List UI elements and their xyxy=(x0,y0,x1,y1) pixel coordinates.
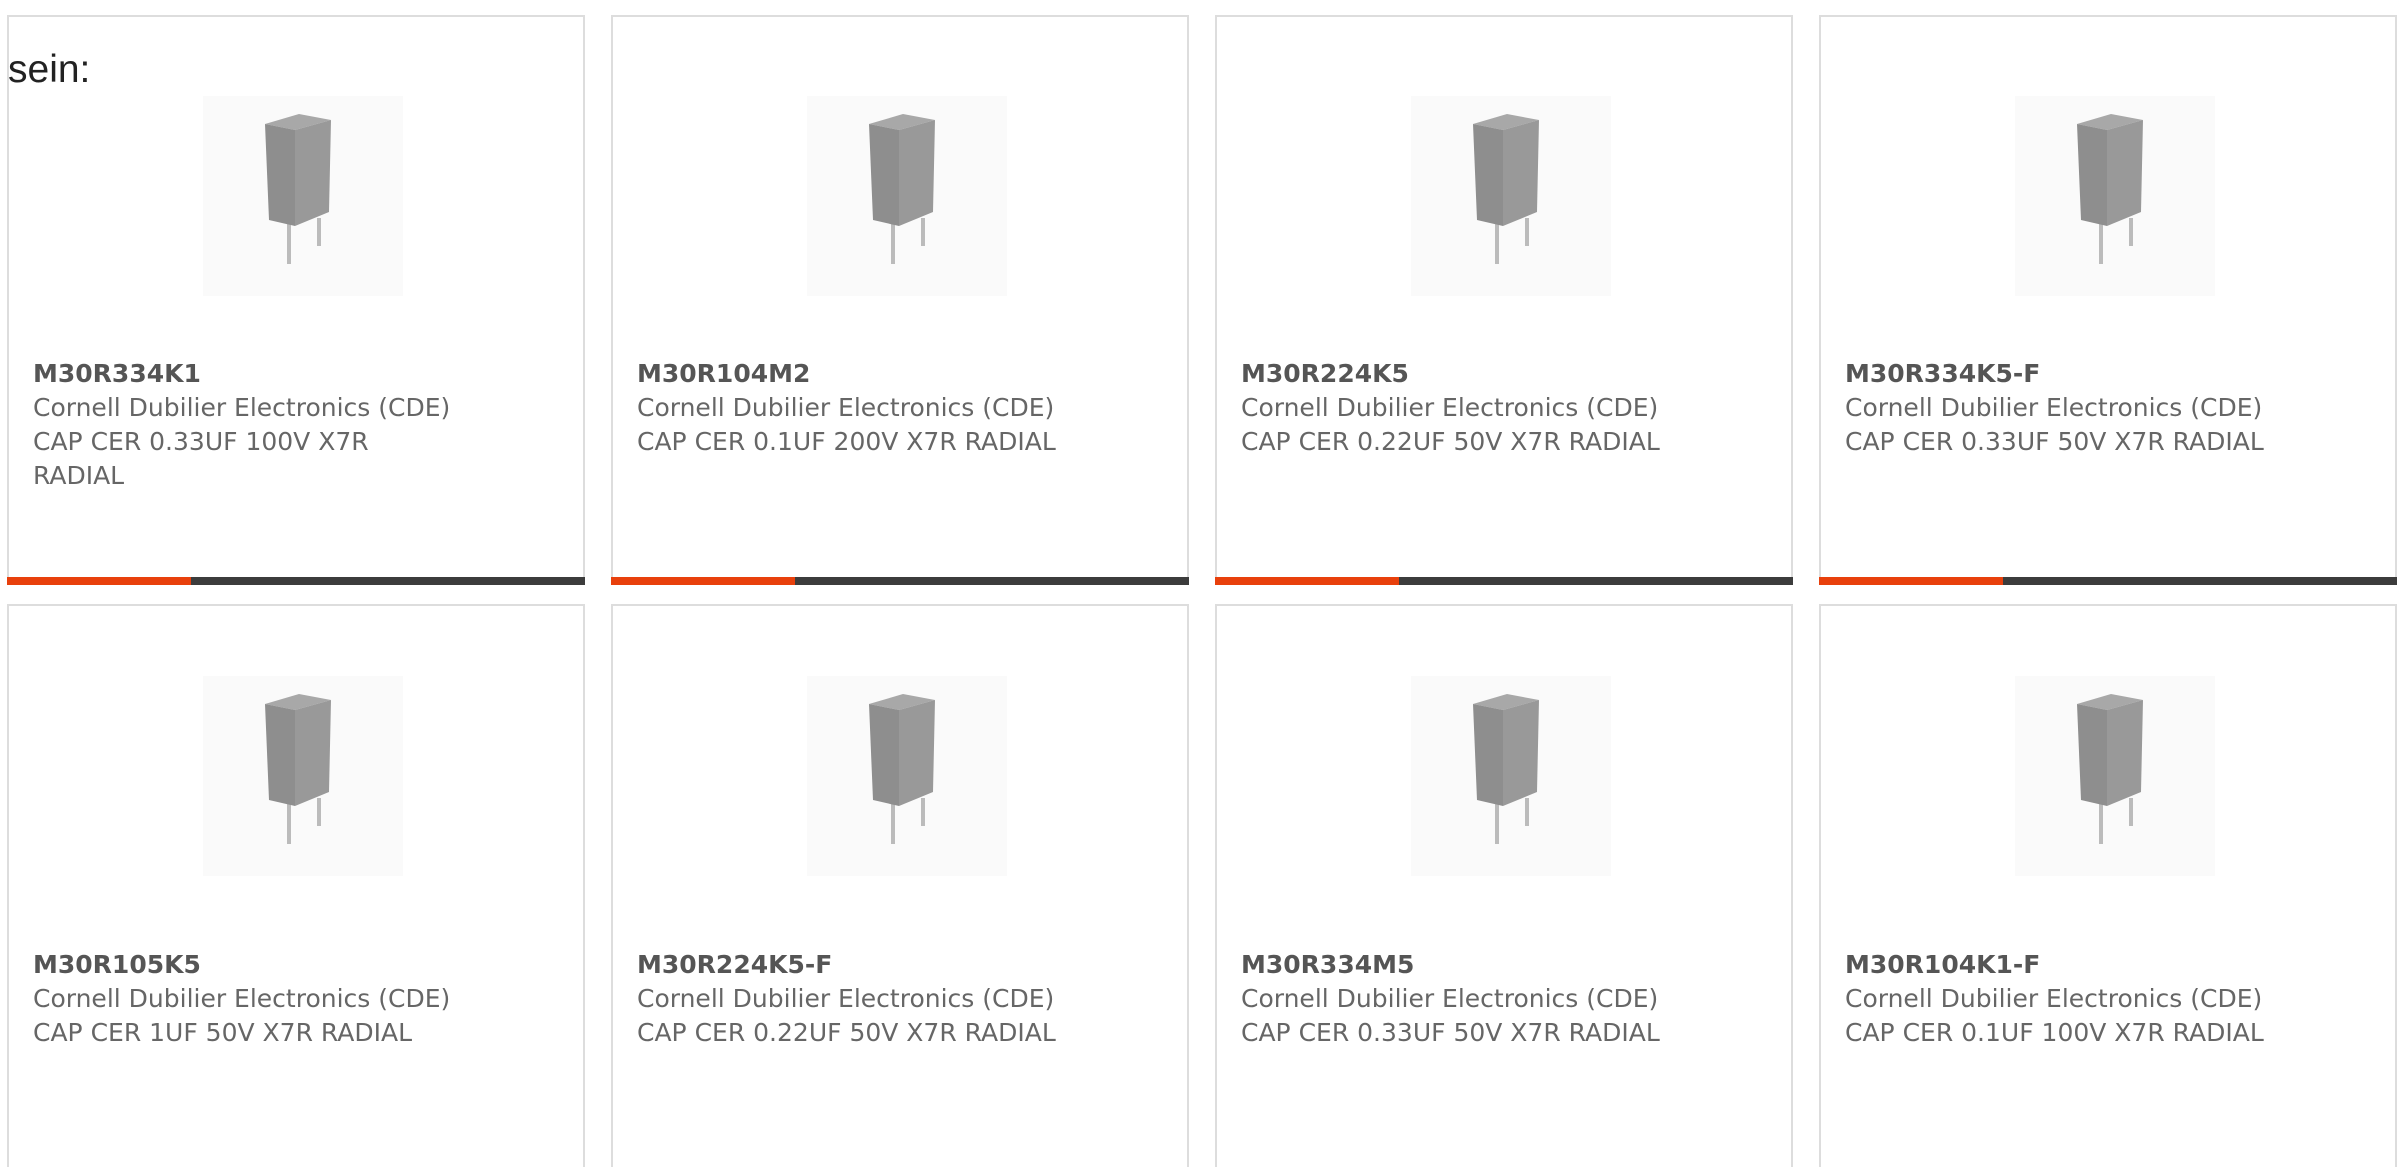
part-number[interactable]: M30R224K5 xyxy=(1241,357,1771,391)
description: CAP CER 0.1UF 200V X7R RADIAL xyxy=(637,427,1056,456)
card-accent-bar xyxy=(7,577,191,585)
manufacturer: Cornell Dubilier Electronics (CDE) xyxy=(1845,984,2263,1013)
capacitor-icon xyxy=(2077,114,2143,264)
product-card[interactable]: M30R224K5 Cornell Dubilier Electronics (… xyxy=(1215,15,1793,585)
capacitor-product-image[interactable] xyxy=(1411,96,1611,296)
capacitor-product-image[interactable] xyxy=(203,676,403,876)
description: CAP CER 0.1UF 100V X7R RADIAL xyxy=(1845,1018,2264,1047)
description: CAP CER 0.33UF 50V X7R RADIAL xyxy=(1241,1018,1660,1047)
part-number[interactable]: M30R334K1 xyxy=(33,357,563,391)
description: CAP CER 0.33UF 50V X7R RADIAL xyxy=(1845,427,2264,456)
description: CAP CER 1UF 50V X7R RADIAL xyxy=(33,1018,413,1047)
part-number[interactable]: M30R334M5 xyxy=(1241,948,1771,982)
capacitor-icon xyxy=(869,694,935,844)
card-bottom-bar xyxy=(1819,577,2397,585)
part-number[interactable]: M30R105K5 xyxy=(33,948,563,982)
capacitor-product-image[interactable] xyxy=(807,96,1007,296)
capacitor-icon xyxy=(1473,694,1539,844)
description: CAP CER 0.33UF 100V X7R RADIAL xyxy=(33,427,369,490)
description: CAP CER 0.22UF 50V X7R RADIAL xyxy=(1241,427,1660,456)
product-card[interactable]: M30R104K1-F Cornell Dubilier Electronics… xyxy=(1819,604,2397,1167)
capacitor-icon xyxy=(265,694,331,844)
capacitor-icon xyxy=(265,114,331,264)
capacitor-product-image[interactable] xyxy=(2015,676,2215,876)
description: CAP CER 0.22UF 50V X7R RADIAL xyxy=(637,1018,1056,1047)
product-card[interactable]: M30R334M5 Cornell Dubilier Electronics (… xyxy=(1215,604,1793,1167)
manufacturer: Cornell Dubilier Electronics (CDE) xyxy=(33,393,451,422)
product-card[interactable]: M30R334K1 Cornell Dubilier Electronics (… xyxy=(7,15,585,585)
capacitor-icon xyxy=(2077,694,2143,844)
product-card[interactable]: M30R105K5 Cornell Dubilier Electronics (… xyxy=(7,604,585,1167)
capacitor-product-image[interactable] xyxy=(2015,96,2215,296)
capacitor-product-image[interactable] xyxy=(1411,676,1611,876)
card-accent-bar xyxy=(611,577,795,585)
capacitor-icon xyxy=(1473,114,1539,264)
manufacturer: Cornell Dubilier Electronics (CDE) xyxy=(637,984,1055,1013)
manufacturer: Cornell Dubilier Electronics (CDE) xyxy=(1845,393,2263,422)
manufacturer: Cornell Dubilier Electronics (CDE) xyxy=(637,393,1055,422)
card-bottom-bar xyxy=(1215,577,1793,585)
capacitor-icon xyxy=(869,114,935,264)
card-bottom-bar xyxy=(611,577,1189,585)
part-number[interactable]: M30R224K5-F xyxy=(637,948,1167,982)
product-card[interactable]: M30R104M2 Cornell Dubilier Electronics (… xyxy=(611,15,1189,585)
manufacturer: Cornell Dubilier Electronics (CDE) xyxy=(1241,393,1659,422)
capacitor-product-image[interactable] xyxy=(203,96,403,296)
capacitor-product-image[interactable] xyxy=(807,676,1007,876)
part-number[interactable]: M30R334K5-F xyxy=(1845,357,2375,391)
manufacturer: Cornell Dubilier Electronics (CDE) xyxy=(1241,984,1659,1013)
manufacturer: Cornell Dubilier Electronics (CDE) xyxy=(33,984,451,1013)
part-number[interactable]: M30R104K1-F xyxy=(1845,948,2375,982)
card-accent-bar xyxy=(1215,577,1399,585)
card-bottom-bar xyxy=(7,577,585,585)
intro-text: sein: xyxy=(8,48,91,91)
part-number[interactable]: M30R104M2 xyxy=(637,357,1167,391)
product-card[interactable]: M30R334K5-F Cornell Dubilier Electronics… xyxy=(1819,15,2397,585)
product-card[interactable]: M30R224K5-F Cornell Dubilier Electronics… xyxy=(611,604,1189,1167)
card-accent-bar xyxy=(1819,577,2003,585)
